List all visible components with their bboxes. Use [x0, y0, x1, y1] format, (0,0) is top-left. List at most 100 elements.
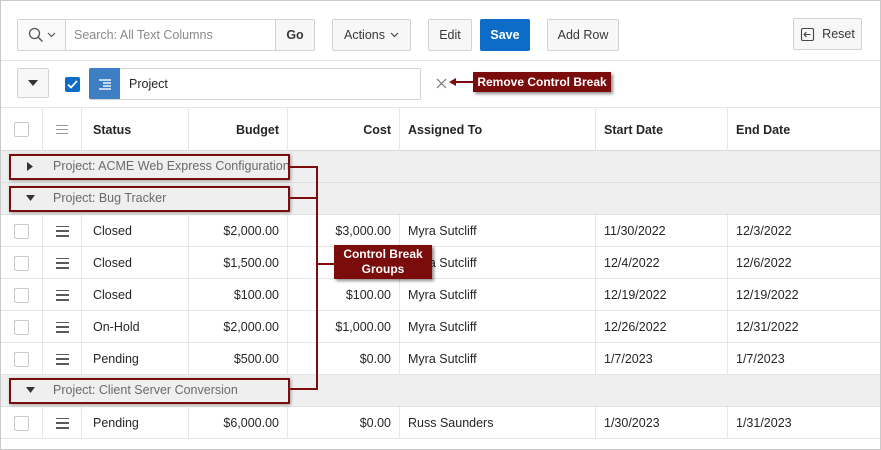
row-checkbox[interactable]: [14, 255, 29, 271]
cell-assigned-to[interactable]: Myra Sutcliff: [400, 215, 596, 247]
cell-end-date[interactable]: 1/7/2023: [728, 343, 880, 375]
row-checkbox[interactable]: [14, 287, 29, 303]
cell-status[interactable]: Closed: [82, 279, 189, 311]
menu-icon: [56, 125, 68, 134]
close-icon: [436, 78, 446, 88]
control-break-enable-checkbox[interactable]: [65, 77, 80, 92]
grid-toolbar: Go Actions Edit Save Add Row Reset: [1, 1, 880, 61]
table-row[interactable]: Closed $2,000.00 $3,000.00 Myra Sutcliff 11/…: [1, 215, 880, 247]
save-button[interactable]: Save: [480, 19, 530, 51]
remove-control-break-callout: Remove Control Break: [473, 72, 611, 92]
cell-start-date[interactable]: 12/4/2022: [596, 247, 728, 279]
collapse-report-settings-button[interactable]: [17, 68, 49, 98]
cell-cost[interactable]: $0.00: [288, 407, 400, 439]
select-all-header: [1, 108, 43, 151]
column-header-row: Status Budget Cost Assigned To Start Dat…: [1, 108, 880, 151]
cell-budget[interactable]: $500.00: [189, 343, 288, 375]
cell-budget[interactable]: $1,500.00: [189, 247, 288, 279]
search-icon: [28, 27, 43, 42]
row-actions-menu-icon[interactable]: [55, 417, 69, 429]
column-header-start-date[interactable]: Start Date: [596, 108, 728, 151]
reset-label: Reset: [822, 27, 855, 41]
row-actions-menu-icon[interactable]: [55, 353, 69, 365]
row-actions-menu-icon[interactable]: [55, 257, 69, 269]
check-icon: [67, 80, 78, 89]
cell-status[interactable]: Pending: [82, 343, 189, 375]
cell-start-date[interactable]: 1/30/2023: [596, 407, 728, 439]
cell-end-date[interactable]: 1/31/2023: [728, 407, 880, 439]
cell-start-date[interactable]: 11/30/2022: [596, 215, 728, 247]
cell-end-date[interactable]: 12/6/2022: [728, 247, 880, 279]
reset-button[interactable]: Reset: [793, 18, 862, 50]
table-row[interactable]: Closed $100.00 $100.00 Myra Sutcliff 12/19/2…: [1, 279, 880, 311]
row-actions-cell: [43, 311, 82, 343]
cell-assigned-to[interactable]: Myra Sutcliff: [400, 343, 596, 375]
row-actions-header: [43, 108, 82, 151]
cell-budget[interactable]: $6,000.00: [189, 407, 288, 439]
cell-status[interactable]: Closed: [82, 215, 189, 247]
table-row[interactable]: On-Hold $2,000.00 $1,000.00 Myra Sutcliff 12…: [1, 311, 880, 343]
row-checkbox[interactable]: [14, 351, 29, 367]
row-select-cell: [1, 407, 43, 439]
cell-start-date[interactable]: 1/7/2023: [596, 343, 728, 375]
search-column-selector[interactable]: [18, 20, 66, 50]
control-break-setting[interactable]: Project: [89, 68, 421, 100]
row-actions-cell: [43, 407, 82, 439]
add-row-button[interactable]: Add Row: [547, 19, 619, 51]
control-break-groups-line1: Control Break: [343, 247, 423, 261]
cell-end-date[interactable]: 12/3/2022: [728, 215, 880, 247]
cell-end-date[interactable]: 12/19/2022: [728, 279, 880, 311]
row-checkbox[interactable]: [14, 319, 29, 335]
control-break-column-label: Project: [129, 77, 168, 91]
column-header-cost[interactable]: Cost: [288, 108, 400, 151]
triangle-down-icon: [28, 80, 38, 86]
group-highlight-3: [9, 378, 290, 404]
cell-budget[interactable]: $2,000.00: [189, 311, 288, 343]
column-header-end-date[interactable]: End Date: [728, 108, 880, 151]
callout-arrow-icon: [449, 78, 475, 86]
search-input[interactable]: [66, 20, 275, 50]
edit-button[interactable]: Edit: [428, 19, 472, 51]
control-break-groups-callout: Control Break Groups: [334, 245, 432, 279]
row-select-cell: [1, 215, 43, 247]
reset-icon: [801, 27, 815, 41]
table-row[interactable]: Pending $500.00 $0.00 Myra Sutcliff 1/7/2023…: [1, 343, 880, 375]
row-actions-menu-icon[interactable]: [55, 225, 69, 237]
row-select-cell: [1, 279, 43, 311]
cell-start-date[interactable]: 12/26/2022: [596, 311, 728, 343]
table-row[interactable]: Pending $6,000.00 $0.00 Russ Saunders 1/30/2…: [1, 407, 880, 439]
cell-status[interactable]: Closed: [82, 247, 189, 279]
cell-assigned-to[interactable]: Myra Sutcliff: [400, 279, 596, 311]
row-actions-menu-icon[interactable]: [55, 321, 69, 333]
cell-status[interactable]: On-Hold: [82, 311, 189, 343]
row-actions-cell: [43, 279, 82, 311]
cell-start-date[interactable]: 12/19/2022: [596, 279, 728, 311]
control-break-icon: [89, 68, 120, 99]
table-row[interactable]: Closed$1,500.00$1,000.00Myra Sutcliff12/…: [1, 247, 880, 279]
go-button[interactable]: Go: [275, 20, 314, 50]
group-highlight-2: [9, 186, 290, 212]
chevron-down-icon: [47, 32, 55, 38]
row-checkbox[interactable]: [14, 223, 29, 239]
row-select-cell: [1, 343, 43, 375]
row-actions-menu-icon[interactable]: [55, 289, 69, 301]
groups-bracket: [288, 166, 318, 390]
column-header-status[interactable]: Status: [82, 108, 189, 151]
column-header-assigned-to[interactable]: Assigned To: [400, 108, 596, 151]
cell-budget[interactable]: $100.00: [189, 279, 288, 311]
row-actions-cell: [43, 343, 82, 375]
actions-menu-button[interactable]: Actions: [332, 19, 411, 51]
row-actions-cell: [43, 215, 82, 247]
column-header-budget[interactable]: Budget: [189, 108, 288, 151]
cell-budget[interactable]: $2,000.00: [189, 215, 288, 247]
cell-end-date[interactable]: 12/31/2022: [728, 311, 880, 343]
cell-status[interactable]: Pending: [82, 407, 189, 439]
chevron-down-icon: [390, 32, 399, 38]
row-select-cell: [1, 311, 43, 343]
cell-assigned-to[interactable]: Myra Sutcliff: [400, 311, 596, 343]
select-all-checkbox[interactable]: [14, 122, 29, 137]
control-break-bar: Project: [1, 61, 880, 108]
remove-control-break-button[interactable]: [433, 75, 449, 91]
cell-assigned-to[interactable]: Russ Saunders: [400, 407, 596, 439]
row-checkbox[interactable]: [14, 415, 29, 431]
